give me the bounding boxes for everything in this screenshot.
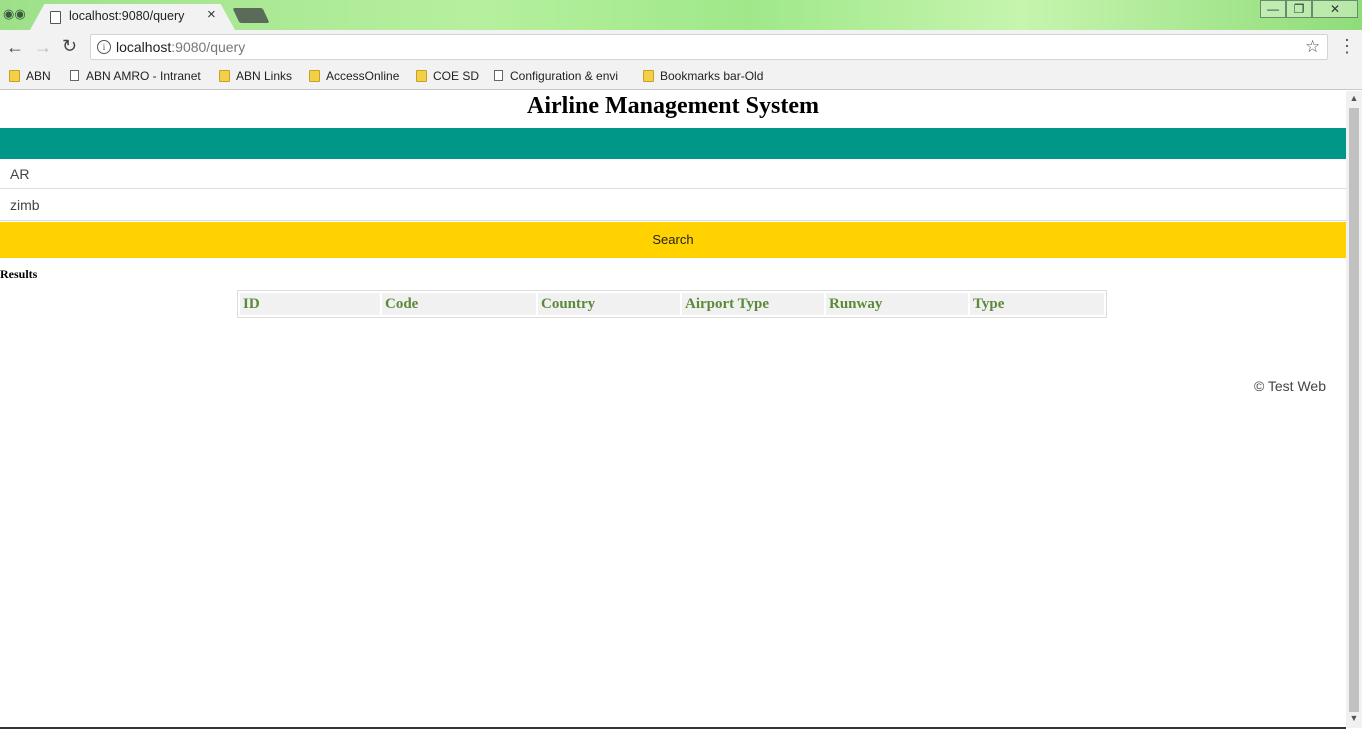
- address-bar[interactable]: i localhost:9080/query ☆: [90, 34, 1328, 60]
- bookmark-item[interactable]: AccessOnline: [309, 68, 399, 86]
- column-header-country: Country: [538, 293, 680, 315]
- country-input[interactable]: [0, 189, 1346, 221]
- search-button[interactable]: Search: [0, 222, 1346, 258]
- browser-tab[interactable]: localhost:9080/query ×: [30, 4, 235, 30]
- bookmark-label: COE SD: [433, 68, 480, 83]
- column-header-runway: Runway: [826, 293, 968, 315]
- folder-icon: [9, 69, 20, 82]
- bookmark-star-icon[interactable]: ☆: [1305, 37, 1320, 57]
- browser-titlebar: ◉◉ localhost:9080/query × — ❐ ✕: [0, 0, 1362, 30]
- bookmark-item[interactable]: Bookmarks bar-Old: [643, 68, 763, 86]
- results-label: Results: [0, 267, 38, 281]
- column-header-type: Type: [970, 293, 1104, 315]
- forward-arrow-icon[interactable]: →: [34, 37, 52, 58]
- page-icon: [70, 70, 79, 82]
- bookmark-item[interactable]: Configuration & envi: [494, 68, 629, 86]
- scroll-down-icon[interactable]: ▼: [1346, 713, 1362, 723]
- header-bar: [0, 128, 1346, 159]
- info-icon[interactable]: i: [97, 40, 111, 54]
- results-table: ID Code Country Airport Type Runway Type: [237, 290, 1107, 318]
- bookmark-item[interactable]: ABN AMRO - Intranet: [70, 68, 205, 86]
- page-icon: [50, 11, 61, 24]
- browser-toolbar: ← → ↻ i localhost:9080/query ☆ ⋮: [0, 30, 1362, 64]
- bookmarks-bar: ABN ABN AMRO - Intranet ABN Links Access…: [0, 64, 1362, 90]
- browser-menu-icon[interactable]: ⋮: [1338, 36, 1356, 57]
- profile-icon[interactable]: ◉◉: [3, 6, 26, 22]
- bookmark-label: ABN Links: [236, 68, 293, 83]
- bookmark-label: AccessOnline: [326, 68, 400, 83]
- folder-icon: [416, 69, 427, 82]
- tab-close-icon[interactable]: ×: [207, 7, 216, 23]
- reload-icon[interactable]: ↻: [62, 36, 77, 57]
- page-content: Airline Management System Search Results…: [0, 91, 1346, 728]
- column-header-code: Code: [382, 293, 536, 315]
- table-header-row: ID Code Country Airport Type Runway Type: [240, 293, 1104, 315]
- bookmark-item[interactable]: ABN: [9, 68, 51, 86]
- back-arrow-icon[interactable]: ←: [6, 37, 24, 58]
- page-title: Airline Management System: [527, 93, 819, 119]
- url-text[interactable]: localhost:9080/query: [116, 39, 245, 55]
- bookmark-item[interactable]: COE SD: [416, 68, 479, 86]
- footer-text: © Test Web: [1253, 378, 1326, 394]
- folder-icon: [309, 69, 320, 82]
- bookmark-label: Configuration & envi: [510, 68, 619, 83]
- url-path: :9080/query: [171, 39, 246, 55]
- bookmark-label: ABN: [26, 68, 51, 83]
- scrollbar-thumb[interactable]: [1349, 108, 1359, 712]
- folder-icon: [219, 69, 230, 82]
- scroll-up-icon[interactable]: ▲: [1346, 93, 1362, 103]
- column-header-airport-type: Airport Type: [682, 293, 824, 315]
- page-icon: [494, 70, 503, 82]
- column-header-id: ID: [240, 293, 380, 315]
- folder-icon: [643, 69, 654, 82]
- minimize-button[interactable]: —: [1260, 0, 1286, 18]
- bookmark-label: ABN AMRO - Intranet: [86, 68, 201, 83]
- maximize-button[interactable]: ❐: [1286, 0, 1312, 18]
- bookmark-label: Bookmarks bar-Old: [660, 68, 764, 83]
- new-tab-button[interactable]: [232, 8, 270, 23]
- page-scrollbar[interactable]: ▲ ▼: [1346, 91, 1362, 728]
- tab-title: localhost:9080/query: [69, 9, 185, 23]
- url-host: localhost: [116, 39, 172, 55]
- bookmark-item[interactable]: ABN Links: [219, 68, 292, 86]
- close-window-button[interactable]: ✕: [1312, 0, 1358, 18]
- airport-code-input[interactable]: [0, 160, 1346, 189]
